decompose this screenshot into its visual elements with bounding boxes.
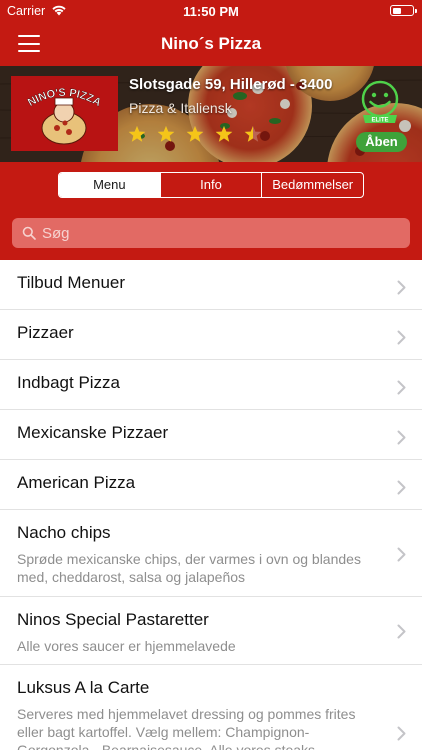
chevron-right-icon	[397, 330, 406, 345]
controls-band: Menu Info Bedømmelser	[0, 162, 422, 260]
chevron-right-icon	[397, 480, 406, 495]
menu-category-title: Luksus A la Carte	[17, 678, 150, 697]
menu-category-title: Pizzaer	[17, 323, 74, 342]
star-icon	[128, 126, 146, 142]
menu-category-row[interactable]: Mexicanske Pizzaer	[0, 410, 422, 460]
menu-category-row[interactable]: Indbagt Pizza	[0, 360, 422, 410]
elite-smiley-icon: ELITE	[361, 80, 399, 124]
search-icon	[22, 226, 36, 240]
menu-category-row[interactable]: Ninos Special Pastaretter Alle vores sauc…	[0, 597, 422, 665]
chevron-right-icon	[397, 624, 406, 639]
menu-category-row[interactable]: Nacho chips Sprøde mexicanske chips, der …	[0, 510, 422, 597]
menu-category-title: Mexicanske Pizzaer	[17, 423, 169, 442]
page-title: Nino´s Pizza	[160, 34, 262, 53]
star-icon	[244, 126, 262, 142]
menu-category-row[interactable]: Tilbud Menuer	[0, 260, 422, 310]
menu-category-title: Tilbud Menuer	[17, 273, 126, 292]
menu-category-title: Nacho chips	[17, 523, 111, 542]
segmented-control: Menu Info Bedømmelser	[58, 172, 364, 198]
open-status-badge: Åben	[356, 132, 407, 152]
menu-category-description: Serveres med hjemmelavet dressing og pom…	[17, 706, 356, 750]
restaurant-category: Pizza & Italiensk	[129, 100, 232, 116]
battery-level	[392, 7, 402, 14]
tab-info[interactable]: Info	[159, 173, 262, 197]
restaurant-header: NINO'S PIZZA Slotsgade 59, Hillerød - 34…	[0, 66, 422, 162]
chevron-right-icon	[397, 280, 406, 295]
search-input[interactable]	[42, 222, 402, 244]
navigation-bar: Nino´s Pizza	[0, 22, 422, 66]
chevron-right-icon	[397, 726, 406, 741]
restaurant-address: Slotsgade 59, Hillerød - 3400	[129, 76, 333, 93]
menu-category-row[interactable]: Pizzaer	[0, 310, 422, 360]
star-icon	[157, 126, 175, 142]
menu-category-title: American Pizza	[17, 473, 136, 492]
battery-icon	[390, 5, 417, 16]
logo-image: NINO'S PIZZA	[11, 76, 118, 151]
search-bar[interactable]	[12, 218, 410, 248]
chevron-right-icon	[397, 430, 406, 445]
star-icon	[215, 126, 233, 142]
menu-category-title: Ninos Special Pastaretter	[17, 610, 209, 629]
menu-category-description: Alle vores saucer er hjemmelavede	[17, 638, 236, 654]
status-bar: Carrier 11:50 PM	[0, 0, 422, 22]
clock: 11:50 PM	[183, 4, 239, 19]
tab-menu[interactable]: Menu	[59, 173, 160, 197]
menu-category-row[interactable]: Luksus A la Carte Serveres med hjemmelave…	[0, 665, 422, 750]
menu-category-row[interactable]: American Pizza	[0, 460, 422, 510]
menu-category-description: Sprøde mexicanske chips, der varmes i ov…	[17, 551, 361, 585]
tab-bed-mmelser[interactable]: Bedømmelser	[261, 173, 363, 197]
rating-stars	[128, 125, 268, 145]
star-icon	[186, 126, 204, 142]
chevron-right-icon	[397, 547, 406, 561]
menu-category-title: Indbagt Pizza	[17, 373, 121, 392]
menu-category-list: Tilbud Menuer Pizzaer Indbagt Pizza Mexican…	[0, 260, 422, 750]
restaurant-logo: NINO'S PIZZA	[11, 76, 118, 151]
chevron-right-icon	[397, 380, 406, 395]
smiley-label: ELITE	[371, 118, 388, 124]
